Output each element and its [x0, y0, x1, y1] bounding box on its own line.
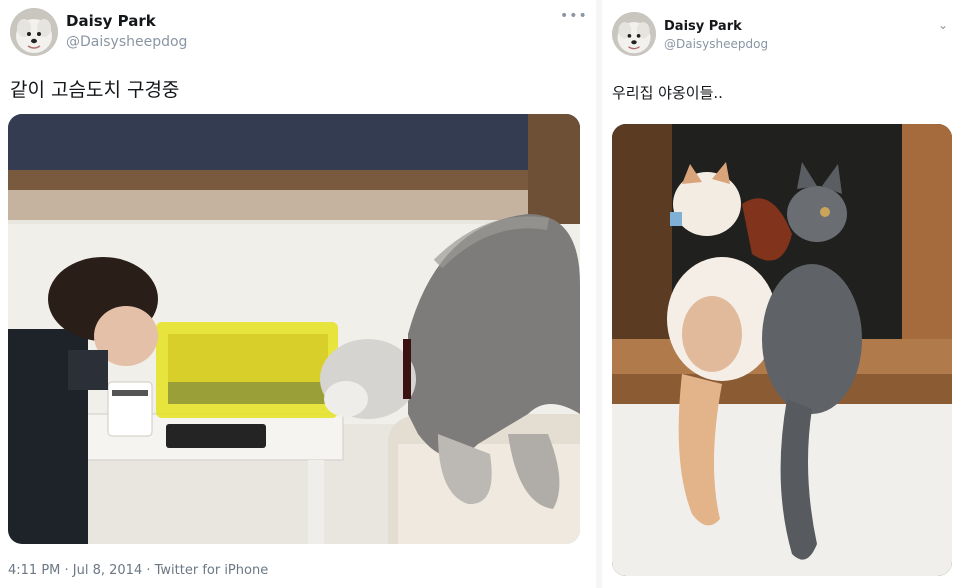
tweet-text: 우리집 야옹이들..	[612, 84, 723, 102]
photo-icon	[612, 124, 952, 576]
user-handle[interactable]: @Daisysheepdog	[664, 37, 768, 51]
tweet-timestamp[interactable]: 4:11 PM · Jul 8, 2014 · Twitter for iPho…	[8, 563, 268, 578]
tweet-card-right: Daisy Park @Daisysheepdog ⌄ 우리집 야옹이들..	[602, 0, 960, 588]
user-handle[interactable]: @Daisysheepdog	[66, 34, 187, 50]
avatar[interactable]	[612, 12, 656, 56]
tweet-photo[interactable]	[612, 124, 952, 576]
avatar[interactable]	[10, 8, 58, 56]
avatar-dog-image	[10, 8, 58, 56]
avatar-dog-image	[612, 12, 656, 56]
tweet-text: 같이 고슴도치 구경중	[10, 79, 180, 101]
display-name[interactable]: Daisy Park	[664, 19, 742, 34]
photo-icon	[8, 114, 580, 544]
tweet-photo[interactable]	[8, 114, 580, 544]
more-horizontal-icon[interactable]: •••	[560, 8, 588, 24]
display-name[interactable]: Daisy Park	[66, 12, 156, 30]
tweet-card-left: Daisy Park @Daisysheepdog ••• 같이 고슴도치 구경…	[0, 0, 596, 588]
chevron-down-icon[interactable]: ⌄	[938, 18, 948, 32]
